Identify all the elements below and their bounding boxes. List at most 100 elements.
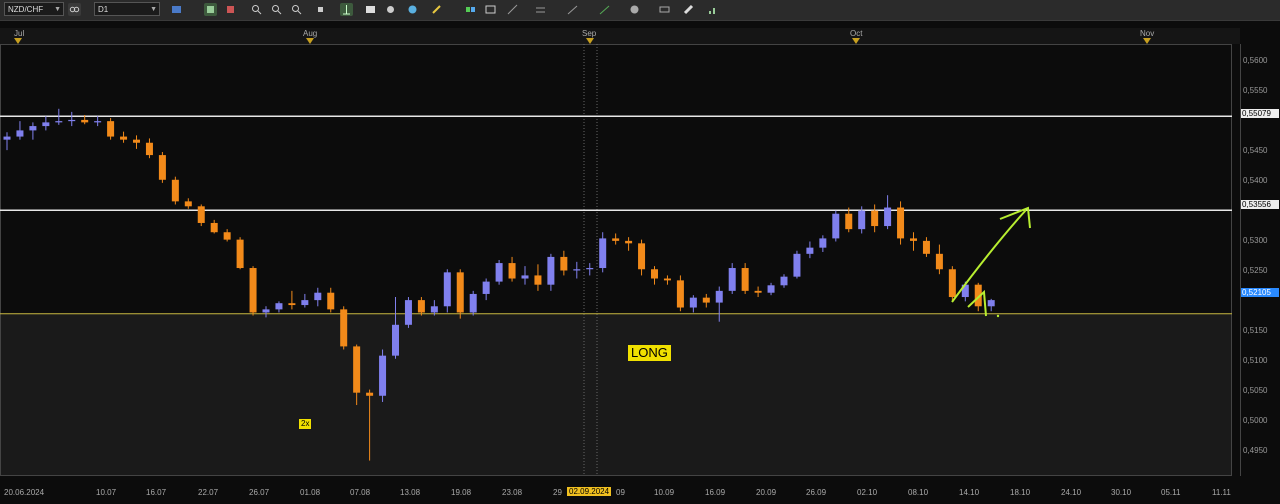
zoom-out-icon[interactable] bbox=[270, 3, 283, 16]
globe-icon[interactable] bbox=[406, 3, 419, 16]
candle-body bbox=[29, 126, 37, 131]
candle-body bbox=[443, 272, 451, 307]
date-tick: 11.11 bbox=[1212, 488, 1231, 497]
date-tick: 23.08 bbox=[502, 488, 523, 497]
candle-body bbox=[728, 268, 736, 291]
candle-body bbox=[482, 281, 490, 294]
date-tick: 26.07 bbox=[249, 488, 270, 497]
date-tick: 13.08 bbox=[400, 488, 421, 497]
template-icon[interactable] bbox=[484, 3, 497, 16]
candle-body bbox=[3, 136, 11, 140]
price-chart[interactable] bbox=[0, 44, 1240, 476]
ruler-icon[interactable] bbox=[658, 3, 671, 16]
date-tick: 19.08 bbox=[451, 488, 472, 497]
date-tick: 26.09 bbox=[806, 488, 827, 497]
more-tools-icon[interactable] bbox=[706, 3, 719, 16]
symbol-select[interactable]: NZD/CHF ▼ bbox=[4, 2, 64, 16]
candle-body bbox=[184, 201, 192, 207]
candle-body bbox=[935, 253, 943, 270]
candle-body bbox=[612, 238, 620, 241]
candle-body bbox=[897, 207, 905, 239]
date-tick: 08.10 bbox=[908, 488, 929, 497]
candle-body bbox=[301, 300, 309, 306]
pitchfork-icon[interactable] bbox=[598, 3, 611, 16]
candle-body bbox=[107, 121, 115, 137]
candle-body bbox=[353, 346, 361, 393]
month-label: Sep bbox=[582, 29, 597, 38]
long-label: LONG bbox=[628, 345, 671, 361]
date-tick: 10.07 bbox=[96, 488, 117, 497]
price-tick: 0,5050 bbox=[1243, 386, 1268, 395]
candle-body bbox=[469, 293, 477, 313]
timeframe-select[interactable]: D1 ▼ bbox=[94, 2, 160, 16]
date-tick: 16.09 bbox=[705, 488, 726, 497]
candle-body bbox=[314, 292, 322, 301]
candle-body bbox=[94, 121, 102, 123]
date-tick-highlight: 02.09.2024 bbox=[567, 487, 612, 496]
candle-body bbox=[262, 309, 270, 313]
month-label: Aug bbox=[303, 29, 318, 38]
chevron-down-icon: ▼ bbox=[150, 6, 157, 13]
candle-body bbox=[884, 207, 892, 227]
date-tick: 01.08 bbox=[300, 488, 321, 497]
date-axis[interactable]: 20.06.2024 10.07 16.07 22.07 26.07 01.08… bbox=[0, 486, 1240, 504]
candle-body bbox=[767, 285, 775, 293]
pencil-icon[interactable] bbox=[430, 3, 443, 16]
candle-chart-icon[interactable] bbox=[224, 3, 237, 16]
candle-body bbox=[871, 210, 879, 227]
timeframe-label: D1 bbox=[98, 5, 109, 14]
candle-body bbox=[456, 272, 464, 313]
date-tick: 18.10 bbox=[1010, 488, 1031, 497]
candle-body bbox=[922, 240, 930, 254]
bar-chart-icon[interactable] bbox=[204, 3, 217, 16]
zoom-in-icon[interactable] bbox=[250, 3, 263, 16]
candle-body bbox=[560, 256, 568, 271]
candle-body bbox=[910, 238, 917, 241]
object-list-icon[interactable] bbox=[364, 3, 377, 16]
date-tick: 20.06.2024 bbox=[4, 488, 45, 497]
fibonacci-icon[interactable] bbox=[506, 3, 519, 16]
candle-body bbox=[987, 300, 995, 307]
price-tick: 0,5000 bbox=[1243, 416, 1268, 425]
candle-body bbox=[120, 136, 128, 140]
cursor-icon[interactable] bbox=[314, 3, 327, 16]
candle-body bbox=[197, 206, 205, 223]
price-tick: 0,5400 bbox=[1243, 176, 1268, 185]
trade-icon[interactable] bbox=[464, 3, 477, 16]
candle-body bbox=[236, 239, 244, 269]
candle-body bbox=[625, 240, 633, 244]
trendline-icon[interactable] bbox=[566, 3, 579, 16]
candle-body bbox=[81, 119, 89, 123]
price-tick: 0,5450 bbox=[1243, 146, 1268, 155]
channel-icon[interactable] bbox=[534, 3, 547, 16]
link-icon[interactable] bbox=[68, 3, 81, 16]
gann-icon[interactable] bbox=[628, 3, 641, 16]
chart-type-icon[interactable] bbox=[170, 3, 183, 16]
candle-body bbox=[715, 290, 723, 303]
price-tick: 0,5250 bbox=[1243, 266, 1268, 275]
eraser-icon[interactable] bbox=[682, 3, 695, 16]
indicators-icon[interactable] bbox=[384, 3, 397, 16]
candle-body bbox=[392, 324, 399, 356]
candle-body bbox=[16, 130, 24, 137]
date-tick: 10.09 bbox=[654, 488, 675, 497]
month-label: Oct bbox=[850, 29, 863, 38]
candle-body bbox=[638, 243, 646, 270]
price-tick: 0,5550 bbox=[1243, 86, 1268, 95]
month-label: Jul bbox=[14, 29, 25, 38]
zoom-fit-icon[interactable] bbox=[290, 3, 303, 16]
candle-body bbox=[858, 210, 866, 230]
symbol-label: NZD/CHF bbox=[8, 5, 44, 14]
date-tick: 16.07 bbox=[146, 488, 167, 497]
chevron-down-icon: ▼ bbox=[54, 6, 61, 13]
date-tick: 24.10 bbox=[1061, 488, 1082, 497]
candle-body bbox=[288, 303, 296, 306]
support-zone bbox=[0, 313, 1232, 476]
date-tick: 14.10 bbox=[959, 488, 980, 497]
arrow-dot bbox=[996, 314, 1000, 318]
candle-body bbox=[702, 297, 710, 303]
price-axis[interactable]: 0,5600 0,5550 0,5450 0,5400 0,5300 0,525… bbox=[1240, 44, 1280, 476]
crosshair-icon[interactable] bbox=[340, 3, 353, 16]
candle-body bbox=[508, 263, 516, 279]
date-tick: 02.10 bbox=[857, 488, 878, 497]
